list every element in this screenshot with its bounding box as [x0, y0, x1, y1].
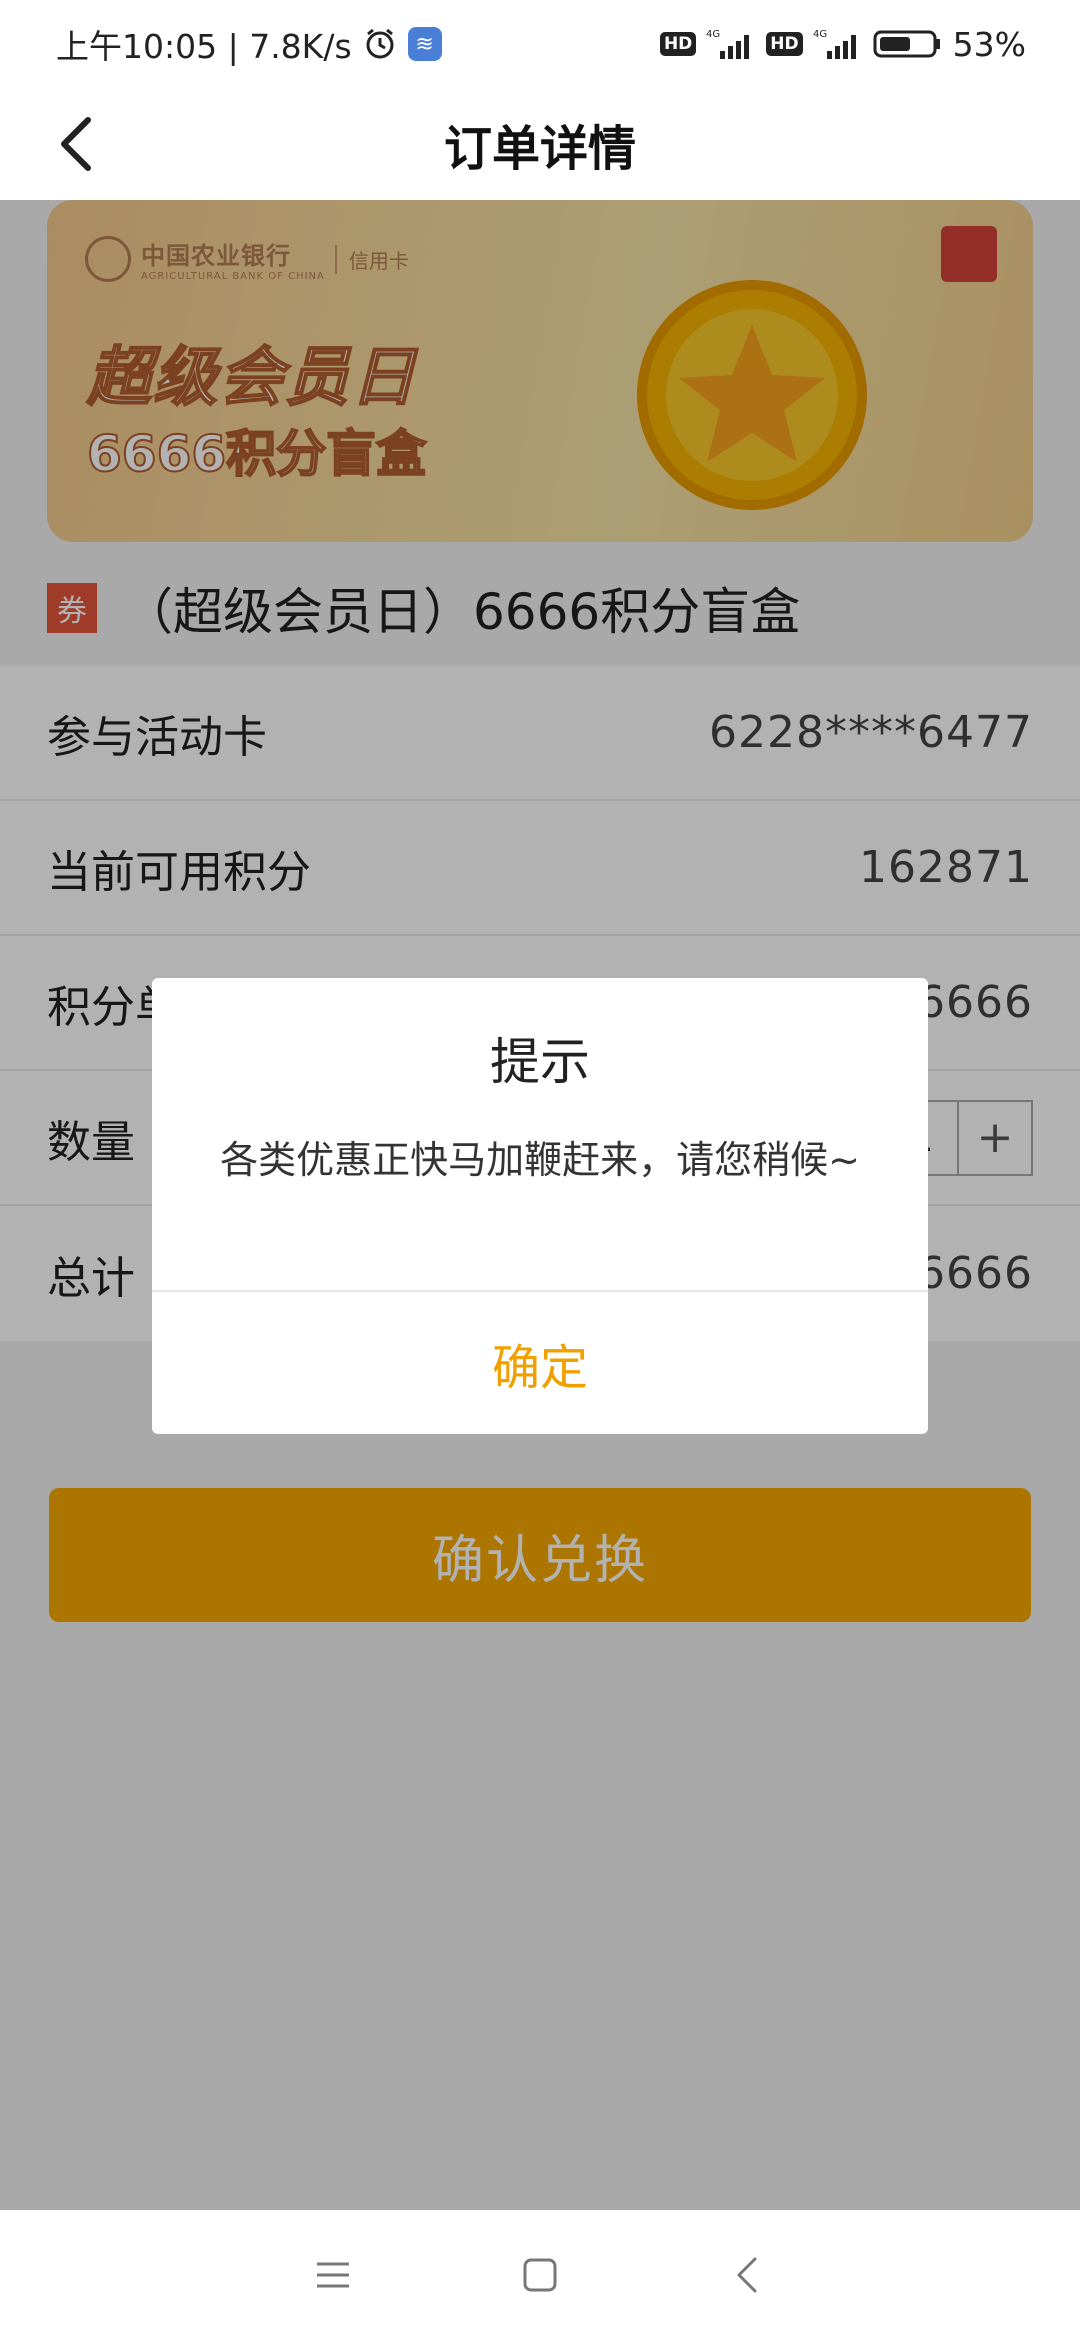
hd-badge-1: HD: [659, 32, 697, 56]
menu-icon: [317, 2262, 350, 2288]
menu-button[interactable]: [298, 2240, 368, 2310]
status-bar: 上午10:05 | 7.8K/s ≋ HD 4G HD 4G 53%: [0, 0, 1080, 88]
nav-bar: 订单详情: [0, 88, 1080, 200]
page-title: 订单详情: [443, 121, 636, 177]
system-nav-bar: [0, 2210, 1080, 2340]
system-back-button[interactable]: [712, 2240, 782, 2310]
status-right: HD 4G HD 4G 53%: [659, 24, 1026, 64]
status-time: 上午10:05 | 7.8K/s: [56, 27, 352, 66]
order-detail-screen: 上午10:05 | 7.8K/s ≋ HD 4G HD 4G 53% 订单详情: [0, 0, 1080, 2340]
alert-dialog: 提示 各类优惠正快马加鞭赶来，请您稍候~ 确定: [152, 978, 928, 1434]
back-icon: [737, 2257, 757, 2293]
battery-icon: [873, 27, 943, 61]
back-button[interactable]: [40, 108, 112, 180]
home-icon: [523, 2258, 557, 2292]
status-left: 上午10:05 | 7.8K/s ≋: [56, 20, 442, 68]
app-notification-icon: ≋: [407, 27, 442, 61]
svg-text:4G: 4G: [813, 29, 827, 40]
home-button[interactable]: [505, 2240, 575, 2310]
alarm-icon: [362, 26, 398, 62]
signal-icon-1: 4G: [706, 27, 756, 61]
dialog-message: 各类优惠正快马加鞭赶来，请您稍候~: [220, 1138, 860, 1182]
dialog-ok-button[interactable]: 确定: [152, 1292, 928, 1434]
chevron-left-icon: [61, 117, 91, 171]
svg-text:4G: 4G: [706, 29, 720, 40]
battery-percent: 53%: [952, 24, 1026, 64]
dialog-title: 提示: [490, 1033, 590, 1091]
hd-badge-2: HD: [766, 32, 803, 56]
signal-icon-2: 4G: [813, 27, 863, 61]
